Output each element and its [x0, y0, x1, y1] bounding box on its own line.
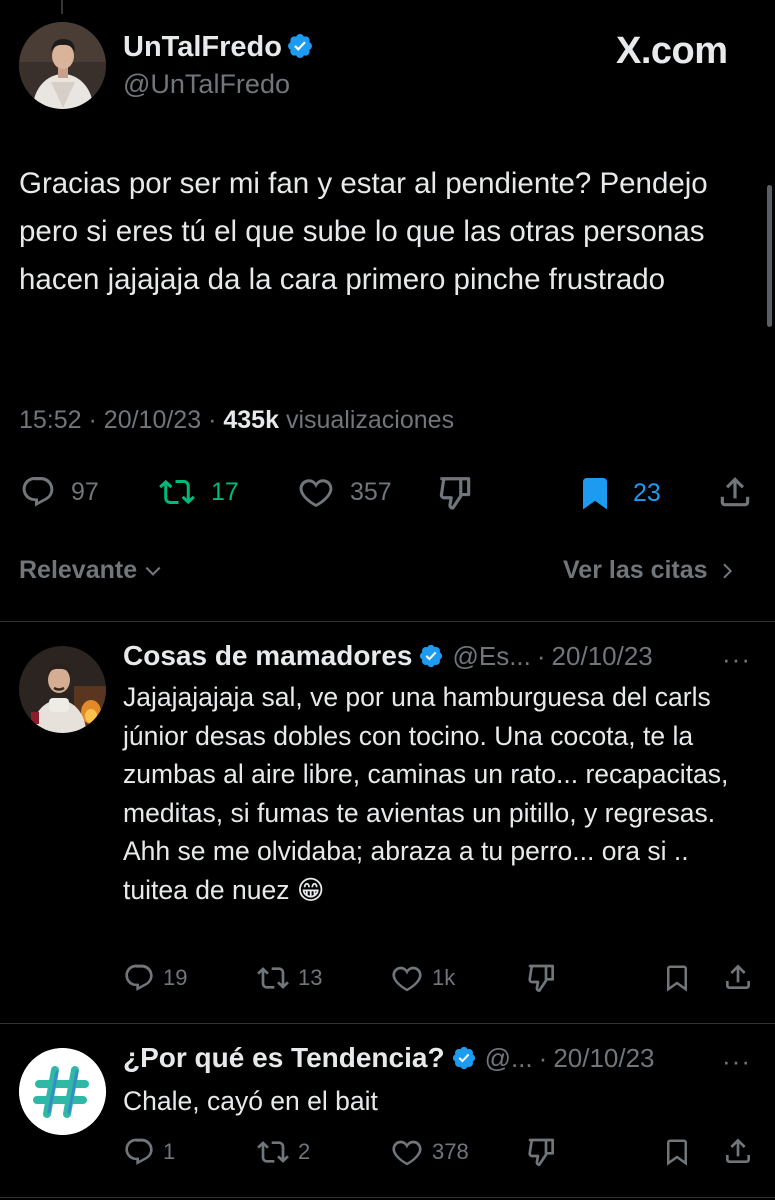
tweet-time[interactable]: 15:52 — [19, 406, 82, 434]
tweet-text: Gracias por ser mi fan y estar al pendie… — [19, 167, 708, 296]
reply-button[interactable]: 19 — [123, 962, 187, 994]
dislike-button[interactable] — [437, 474, 475, 512]
scrollbar[interactable] — [767, 185, 772, 327]
reply-body: Jajajajajaja sal, ve por una hamburguesa… — [123, 682, 729, 905]
reply-text: Jajajajajaja sal, ve por una hamburguesa… — [123, 678, 755, 910]
views-label: visualizaciones — [285, 406, 455, 434]
avatar[interactable] — [19, 22, 106, 109]
share-button[interactable] — [722, 961, 754, 993]
share-icon — [722, 961, 754, 993]
like-button[interactable]: 378 — [390, 1136, 469, 1168]
views-count: 435k — [223, 406, 279, 434]
reply-count: 97 — [71, 477, 99, 506]
repost-button[interactable]: 17 — [157, 474, 239, 510]
dislike-button[interactable] — [526, 1136, 558, 1168]
reply-date[interactable]: 20/10/23 — [553, 1043, 654, 1074]
reply-icon — [123, 962, 155, 994]
handle[interactable]: @UnTalFredo — [123, 69, 290, 100]
reply-handle[interactable]: @Es... — [452, 641, 530, 672]
chevron-down-icon — [143, 561, 163, 581]
author-line: UnTalFredo — [123, 31, 314, 64]
divider — [0, 621, 775, 622]
repost-icon — [256, 1136, 290, 1168]
reply-display-name[interactable]: Cosas de mamadores — [123, 640, 412, 672]
repost-button[interactable]: 2 — [256, 1136, 310, 1168]
verified-badge-icon — [418, 643, 444, 669]
bookmark-icon — [662, 962, 692, 994]
sort-label: Relevante — [19, 556, 138, 584]
display-name[interactable]: UnTalFredo — [123, 31, 282, 63]
reply-text: Chale, cayó en el bait — [123, 1086, 378, 1116]
reply-header: ¿Por qué es Tendencia? @... · 20/10/23 — [123, 1042, 655, 1074]
share-icon — [716, 473, 754, 511]
bookmark-button[interactable]: 23 — [577, 474, 661, 512]
reply-date[interactable]: 20/10/23 — [552, 641, 653, 672]
dislike-icon — [526, 962, 558, 994]
like-button[interactable]: 357 — [296, 474, 392, 510]
share-icon — [722, 1135, 754, 1167]
meta-separator: · — [208, 406, 217, 434]
like-icon — [296, 474, 336, 510]
like-count: 357 — [350, 477, 392, 506]
repost-count: 17 — [211, 477, 239, 506]
divider — [0, 1023, 775, 1024]
reply-display-name[interactable]: ¿Por qué es Tendencia? — [123, 1042, 445, 1074]
reply-button[interactable]: 1 — [123, 1136, 175, 1168]
reply-avatar[interactable] — [19, 646, 106, 733]
meta-separator: · — [536, 640, 546, 671]
reply-count: 19 — [163, 965, 188, 990]
like-icon — [390, 962, 424, 994]
share-button[interactable] — [716, 473, 754, 511]
dislike-icon — [526, 1136, 558, 1168]
like-count: 378 — [432, 1139, 469, 1164]
repost-count: 2 — [298, 1139, 311, 1164]
repost-icon — [157, 474, 197, 510]
grin-emoji-icon: 😁 — [296, 874, 325, 906]
repost-count: 13 — [298, 965, 323, 990]
quotes-link[interactable]: Ver las citas — [563, 556, 736, 585]
quotes-label: Ver las citas — [563, 556, 708, 584]
meta-separator: · — [88, 406, 97, 434]
thread-line — [61, 0, 63, 14]
more-options-icon[interactable]: ··· — [722, 644, 751, 675]
verified-badge-icon — [286, 32, 314, 60]
dislike-icon — [437, 474, 475, 512]
bookmark-count: 23 — [633, 478, 661, 507]
bookmark-button[interactable] — [662, 962, 692, 994]
divider — [0, 1197, 775, 1198]
reply-icon — [123, 1136, 155, 1168]
tweet-date[interactable]: 20/10/23 — [104, 406, 201, 434]
chevron-right-icon — [718, 560, 736, 582]
like-icon — [390, 1136, 424, 1168]
sort-dropdown[interactable]: Relevante — [19, 556, 163, 585]
verified-badge-icon — [451, 1045, 477, 1071]
reply-count: 1 — [163, 1139, 176, 1164]
reply-button[interactable]: 97 — [19, 474, 99, 510]
bookmark-icon — [662, 1136, 692, 1168]
share-button[interactable] — [722, 1135, 754, 1167]
reply-header: Cosas de mamadores @Es... · 20/10/23 — [123, 640, 653, 672]
meta-separator: · — [538, 1042, 548, 1073]
brand-watermark: X.com — [616, 30, 728, 72]
dislike-button[interactable] — [526, 962, 558, 994]
bookmark-button[interactable] — [662, 1136, 692, 1168]
like-count: 1k — [432, 965, 456, 990]
like-button[interactable]: 1k — [390, 962, 455, 994]
reply-handle[interactable]: @... — [485, 1043, 533, 1074]
repost-button[interactable]: 13 — [256, 962, 322, 994]
reply-avatar[interactable] — [19, 1048, 106, 1135]
bookmark-icon — [577, 474, 613, 512]
tweet-meta: 15:52 · 20/10/23 · 435k visualizaciones — [19, 406, 454, 435]
repost-icon — [256, 962, 290, 994]
reply-icon — [19, 474, 57, 510]
more-options-icon[interactable]: ··· — [722, 1046, 751, 1077]
